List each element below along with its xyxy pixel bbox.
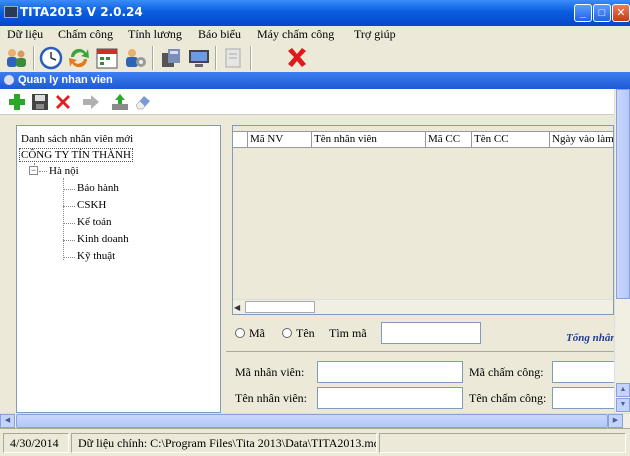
exit-icon[interactable] <box>284 45 310 71</box>
tree-header[interactable]: Danh sách nhân viên mới <box>21 133 133 145</box>
grid-header: Mã NV Tên nhân viên Mã CC Tên CC Ngày và… <box>233 131 613 148</box>
window-titlebar: TITA2013 V 2.0.24 _ □ ✕ <box>0 0 630 26</box>
clock-icon[interactable] <box>38 45 64 71</box>
menu-bar: Dữ liệu Chấm công Tính lương Báo biểu Má… <box>0 26 630 44</box>
attendance-code-input[interactable] <box>552 361 614 383</box>
employee-code-label: Mã nhân viên: <box>235 365 305 379</box>
grid-horizontal-scrollbar[interactable]: ◀ <box>233 299 613 314</box>
eraser-icon[interactable] <box>133 92 153 112</box>
tree-collapse-toggle[interactable]: − <box>29 166 38 175</box>
app-icon <box>4 6 18 18</box>
department-tree[interactable]: Danh sách nhân viên mới CÔNG TY TÍN THÀN… <box>16 125 221 413</box>
grid-col-header[interactable]: Tên nhân viên <box>311 132 425 147</box>
user-settings-icon[interactable] <box>122 45 148 71</box>
calendar-icon[interactable] <box>94 45 120 71</box>
horizontal-scroll-thumb[interactable] <box>16 414 608 428</box>
maximize-button[interactable]: □ <box>593 4 611 22</box>
search-input[interactable] <box>381 322 481 344</box>
menu-tro-giup[interactable]: Trợ giúp <box>354 27 396 42</box>
child-window-titlebar: Quan ly nhan vien <box>0 72 630 89</box>
tree-node-department[interactable]: Bảo hành <box>77 182 119 194</box>
attendance-code-label: Mã chấm công: <box>469 365 544 379</box>
tree-node-branch[interactable]: Hà nội <box>49 165 79 177</box>
employee-name-input[interactable] <box>317 387 463 409</box>
search-by-code-radio[interactable] <box>235 328 245 338</box>
search-by-code-label: Mã <box>249 326 265 340</box>
add-icon[interactable] <box>7 92 27 112</box>
search-by-name-label: Tên <box>296 326 315 340</box>
save-icon[interactable] <box>30 92 50 112</box>
tree-node-department[interactable]: Kế toán <box>77 216 112 228</box>
status-datapath: Dữ liệu chính: C:\Program Files\Tita 201… <box>71 433 377 453</box>
employee-grid[interactable]: Mã NV Tên nhân viên Mã CC Tên CC Ngày và… <box>232 125 614 315</box>
minimize-button[interactable]: _ <box>574 4 592 22</box>
refresh-icon[interactable] <box>66 45 92 71</box>
status-bar: 4/30/2014 Dữ liệu chính: C:\Program File… <box>0 428 630 456</box>
grid-row-selector-header <box>233 132 247 147</box>
menu-bao-bieu[interactable]: Báo biểu <box>198 27 241 42</box>
main-toolbar <box>0 44 630 72</box>
grid-col-header[interactable]: Mã CC <box>425 132 471 147</box>
child-vertical-scrollbar[interactable]: ▲ ▼ <box>614 89 630 413</box>
employee-code-input[interactable] <box>317 361 463 383</box>
window-title: TITA2013 V 2.0.24 <box>20 5 143 19</box>
tree-node-department[interactable]: Kỹ thuật <box>77 250 115 262</box>
child-window-title: Quan ly nhan vien <box>18 74 113 86</box>
grid-col-header[interactable]: Tên CC <box>471 132 549 147</box>
scroll-down-icon[interactable]: ▼ <box>616 398 630 412</box>
employee-name-label: Tên nhân viên: <box>235 391 307 405</box>
search-by-name-radio[interactable] <box>282 328 292 338</box>
import-icon[interactable] <box>110 92 130 112</box>
tree-node-department[interactable]: CSKH <box>77 199 106 211</box>
menu-may-cham-cong[interactable]: Máy chấm công <box>257 27 334 42</box>
document-icon[interactable] <box>220 45 246 71</box>
report-icon[interactable] <box>158 45 184 71</box>
main-horizontal-scrollbar[interactable]: ◀ ▶ <box>0 413 630 428</box>
users-icon[interactable] <box>3 45 29 71</box>
scroll-up-icon[interactable]: ▲ <box>616 383 630 397</box>
tree-node-department[interactable]: Kinh doanh <box>77 233 129 245</box>
total-employees-label: Tổng nhân <box>566 332 617 344</box>
search-row: Mã Tên Tìm mã Tổng nhân <box>232 320 617 350</box>
grid-scroll-thumb[interactable] <box>245 301 315 313</box>
search-label: Tìm mã <box>329 326 367 340</box>
scroll-right-icon[interactable]: ▶ <box>608 414 623 428</box>
move-icon[interactable] <box>81 92 101 112</box>
status-date: 4/30/2014 <box>3 433 69 453</box>
attendance-name-input[interactable] <box>552 387 614 409</box>
menu-tinh-luong[interactable]: Tính lương <box>128 27 182 42</box>
child-window-body: Danh sách nhân viên mới CÔNG TY TÍN THÀN… <box>0 115 617 413</box>
scroll-left-icon[interactable]: ◀ <box>234 303 240 312</box>
scroll-left-icon[interactable]: ◀ <box>0 414 15 428</box>
grid-col-header[interactable]: Mã NV <box>247 132 311 147</box>
menu-du-lieu[interactable]: Dữ liệu <box>7 27 43 42</box>
tree-node-company[interactable]: CÔNG TY TÍN THÀNH <box>19 148 133 162</box>
attendance-name-label: Tên chấm công: <box>469 391 547 405</box>
status-empty-cell <box>379 433 626 453</box>
menu-cham-cong[interactable]: Chấm công <box>58 27 113 42</box>
child-window-icon <box>4 75 14 85</box>
employee-detail-form: Mã nhân viên: Mã chấm công: Tên nhân viê… <box>226 351 614 413</box>
child-toolbar <box>0 89 614 115</box>
monitor-icon[interactable] <box>186 45 212 71</box>
vertical-scroll-thumb[interactable] <box>616 89 630 299</box>
delete-icon[interactable] <box>53 92 73 112</box>
grid-col-header[interactable]: Ngày vào làm việc <box>549 132 613 147</box>
close-button[interactable]: ✕ <box>612 4 630 22</box>
